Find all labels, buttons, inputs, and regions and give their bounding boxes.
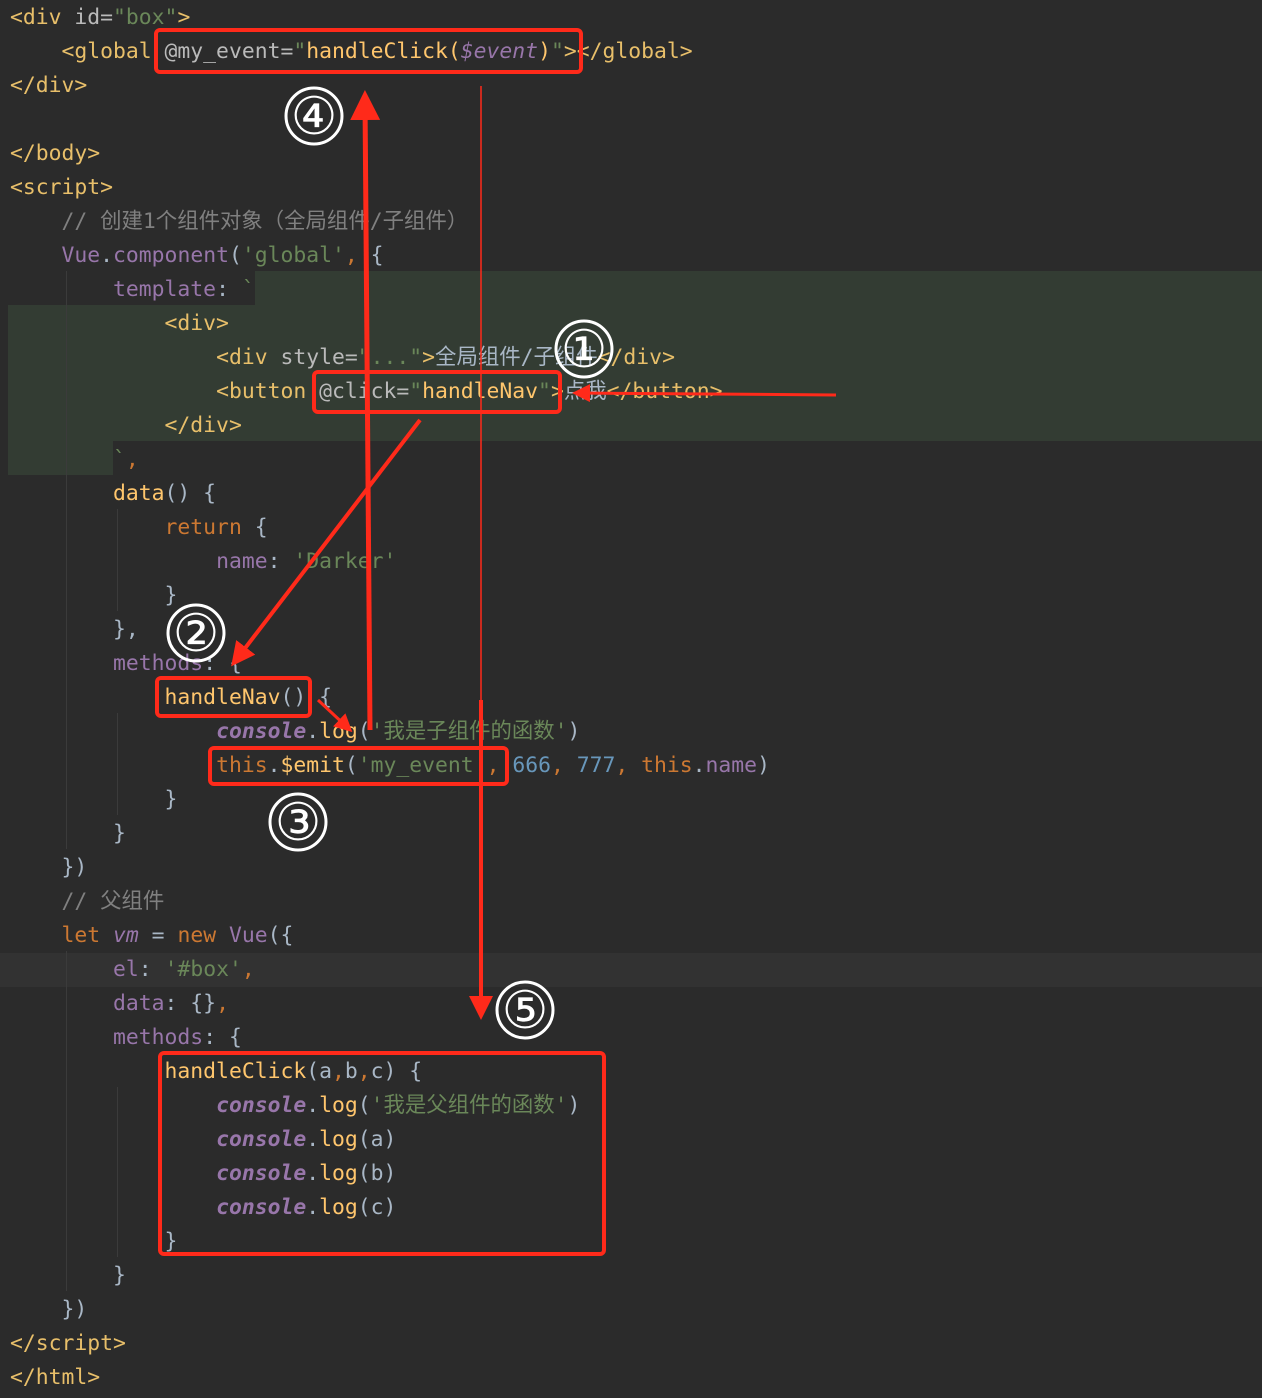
arrow-step-4 (350, 90, 381, 731)
highlight-box-click (312, 370, 562, 414)
arrow-small (316, 698, 353, 733)
step-number: ② (173, 604, 220, 664)
step-number: ⑤ (502, 981, 549, 1041)
highlight-box-my-event (154, 28, 583, 74)
step-number: ① (561, 320, 608, 380)
arrow-step-1 (572, 384, 837, 403)
step-number: ③ (275, 793, 322, 853)
highlight-box-handlenav (155, 676, 312, 718)
arrow-step-2 (231, 418, 422, 667)
highlight-box-handleclick (158, 1051, 606, 1256)
highlight-box-emit (208, 746, 509, 786)
annotation-overlay: ④ ① ② ③ ⑤ (154, 28, 837, 1256)
step-number: ④ (291, 87, 338, 147)
